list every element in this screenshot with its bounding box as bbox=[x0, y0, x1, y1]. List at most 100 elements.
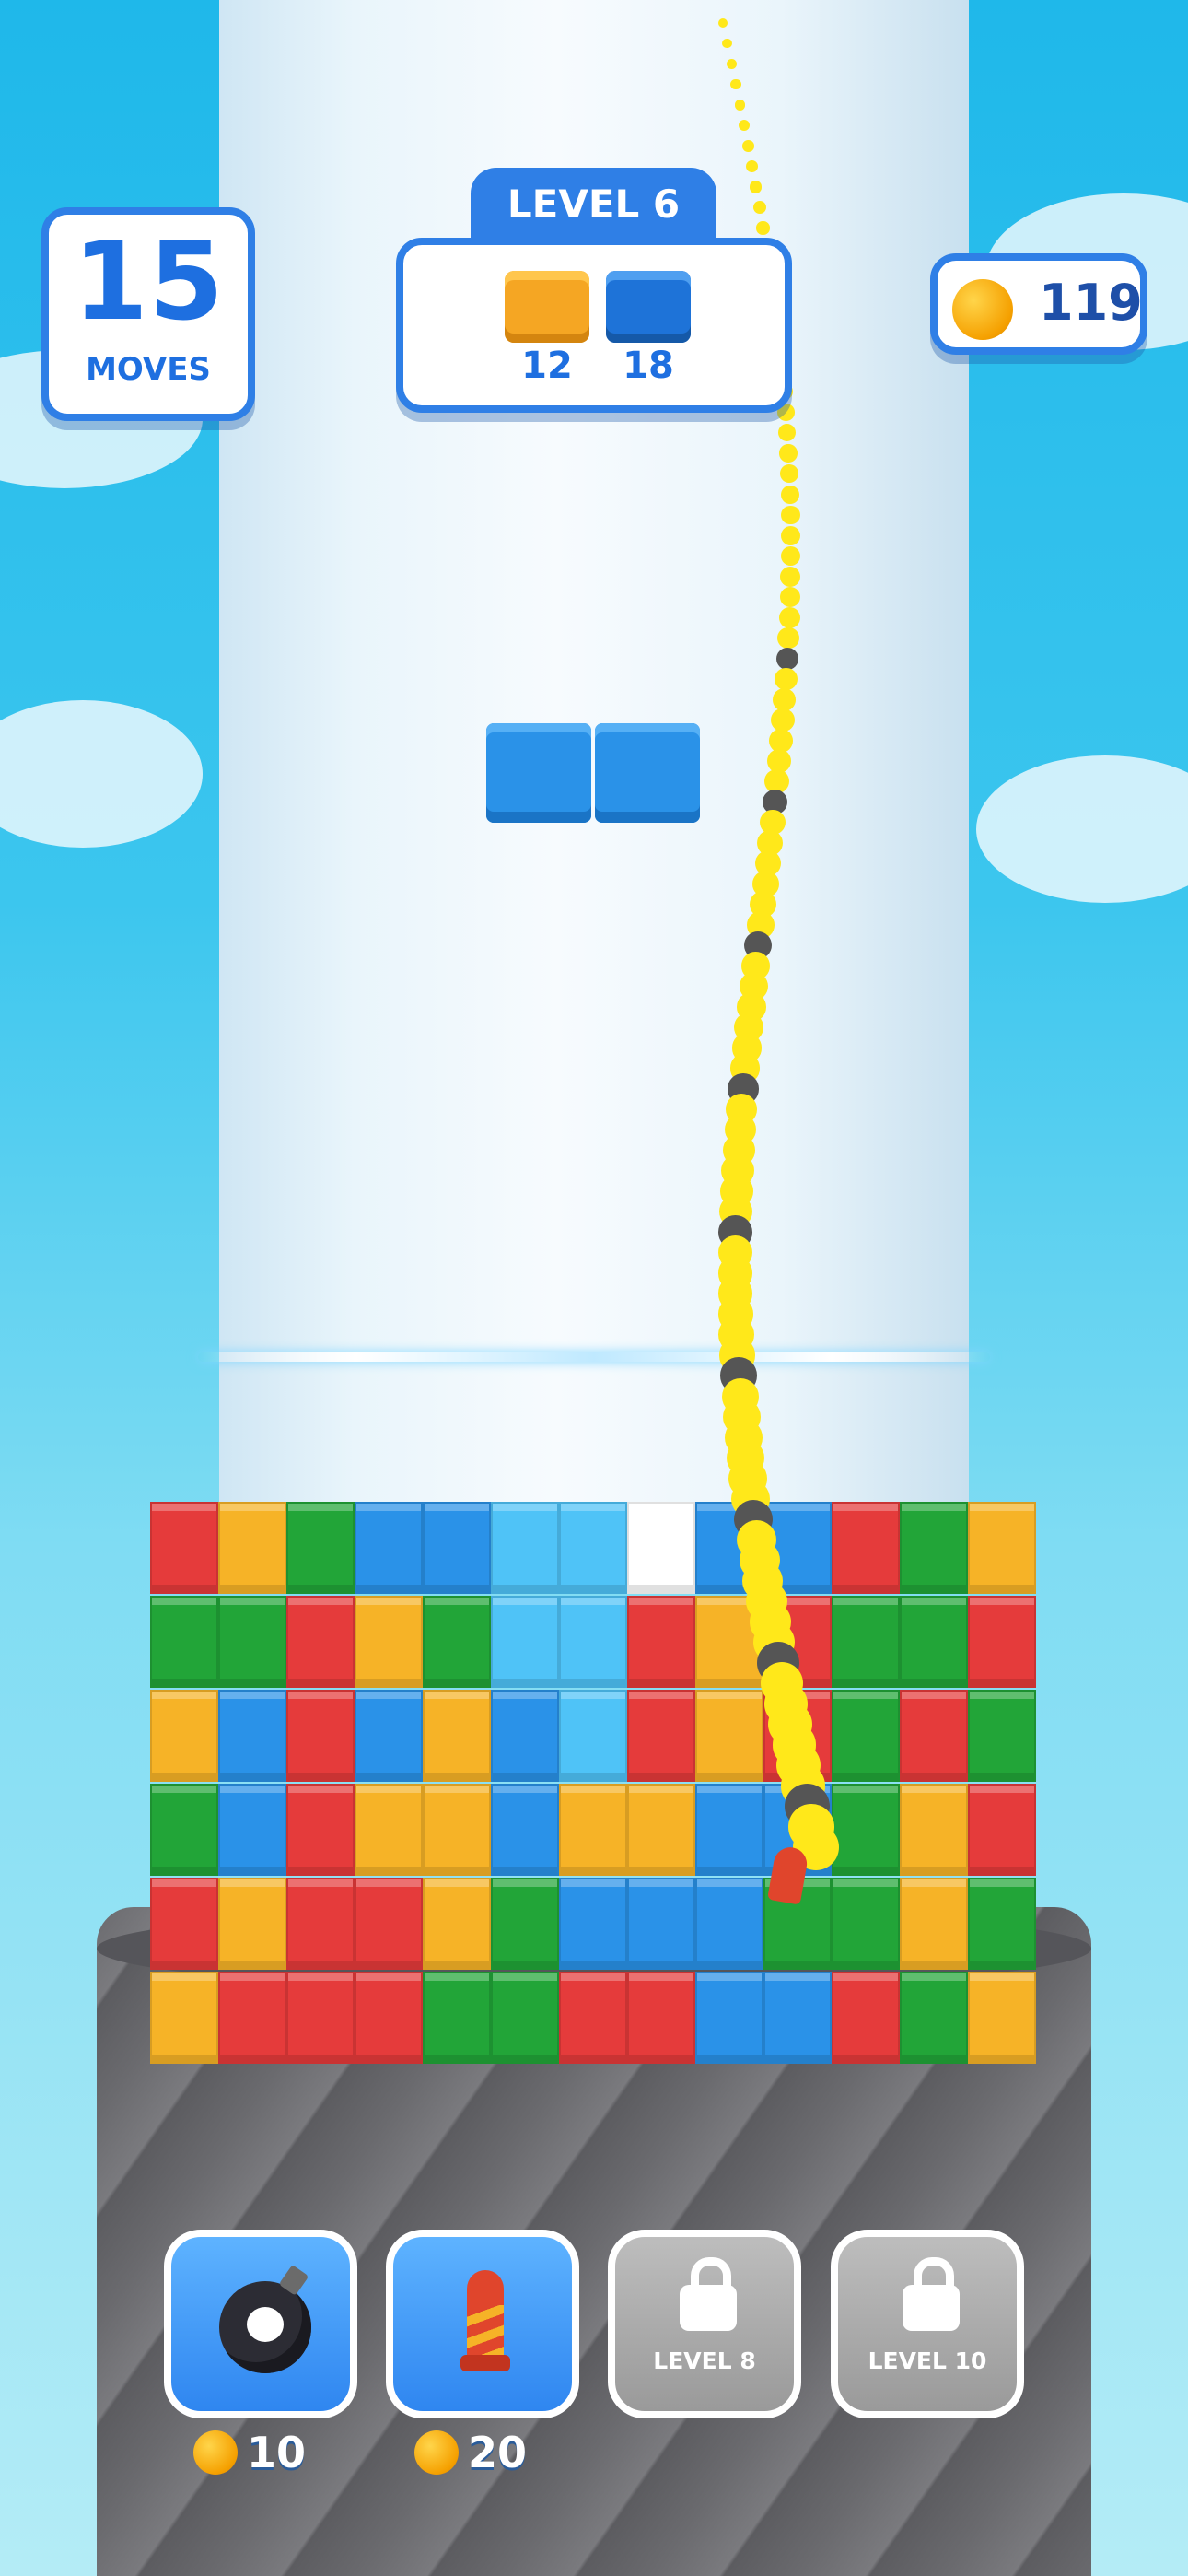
trail-particle bbox=[741, 140, 754, 152]
level-title: LEVEL 6 bbox=[471, 168, 716, 241]
unlock-level-label: LEVEL 10 bbox=[868, 2348, 987, 2374]
moves-count: 15 bbox=[72, 217, 225, 345]
locked-booster-button[interactable]: LEVEL 8 bbox=[608, 2230, 801, 2418]
cube-blue bbox=[355, 1690, 423, 1782]
falling-cube bbox=[486, 723, 591, 823]
cube-green bbox=[968, 1878, 1036, 1970]
cube-yellow bbox=[218, 1502, 286, 1594]
cube-green bbox=[423, 1972, 491, 2064]
cube-blue bbox=[627, 1878, 695, 1970]
cube-row bbox=[150, 1878, 1036, 1970]
trail-particle bbox=[781, 525, 801, 545]
cube-red bbox=[627, 1596, 695, 1688]
cube-green bbox=[491, 1972, 559, 2064]
cube-blue bbox=[695, 1878, 763, 1970]
trail-particle bbox=[780, 566, 801, 587]
cube-red bbox=[627, 1972, 695, 2064]
trail-particle bbox=[778, 606, 800, 628]
cube-red bbox=[286, 1784, 355, 1876]
falling-block[interactable] bbox=[486, 723, 700, 823]
cube-blue bbox=[695, 1784, 763, 1876]
cube-red bbox=[968, 1784, 1036, 1876]
cube-green bbox=[286, 1502, 355, 1594]
moves-panel: 15 MOVES bbox=[41, 207, 255, 421]
cube-row bbox=[150, 1596, 1036, 1688]
coin-count: 119 bbox=[1039, 274, 1143, 332]
cube-green bbox=[968, 1690, 1036, 1782]
cube-blue bbox=[695, 1972, 763, 2064]
coin-panel: 119 bbox=[930, 253, 1147, 355]
cube-yellow bbox=[559, 1784, 627, 1876]
rocket-booster-button[interactable] bbox=[386, 2230, 579, 2418]
falling-cube bbox=[595, 723, 700, 823]
cube-yellow bbox=[355, 1596, 423, 1688]
cube-yellow bbox=[150, 1972, 218, 2064]
trail-particle bbox=[752, 201, 766, 215]
trail-particle bbox=[777, 626, 799, 650]
coin-icon bbox=[952, 279, 1013, 340]
cube-red bbox=[218, 1972, 286, 2064]
cube-light_blue bbox=[491, 1596, 559, 1688]
cube-green bbox=[423, 1596, 491, 1688]
cube-row bbox=[150, 1972, 1036, 2064]
cube-red bbox=[286, 1596, 355, 1688]
trail-particle bbox=[775, 647, 798, 670]
cube-green bbox=[150, 1784, 218, 1876]
cube-blue bbox=[763, 1972, 832, 2064]
cube-blue bbox=[559, 1878, 627, 1970]
cube-light_blue bbox=[559, 1502, 627, 1594]
cube-red bbox=[832, 1502, 900, 1594]
cube-blue bbox=[491, 1784, 559, 1876]
cloud bbox=[0, 700, 203, 848]
lock-icon bbox=[680, 2257, 737, 2331]
cube-yellow bbox=[423, 1690, 491, 1782]
cube-blue bbox=[423, 1502, 491, 1594]
trail-particle bbox=[730, 79, 741, 90]
cube-red bbox=[150, 1878, 218, 1970]
bomb-price-value: 10 bbox=[247, 2428, 307, 2477]
trail-particle bbox=[781, 505, 800, 525]
cube-red bbox=[900, 1690, 968, 1782]
cube-yellow bbox=[218, 1878, 286, 1970]
cube-green bbox=[900, 1502, 968, 1594]
cube-red bbox=[627, 1690, 695, 1782]
cube-red bbox=[559, 1972, 627, 2064]
cube-blue bbox=[491, 1690, 559, 1782]
cube-ring[interactable] bbox=[150, 1502, 1036, 2068]
cube-red bbox=[150, 1502, 218, 1594]
trail-particle bbox=[726, 59, 737, 69]
cube-yellow bbox=[968, 1502, 1036, 1594]
cube-blue bbox=[355, 1502, 423, 1594]
unlock-level-label: LEVEL 8 bbox=[653, 2348, 756, 2374]
lock-icon bbox=[903, 2257, 960, 2331]
trail-particle bbox=[756, 221, 770, 235]
cube-yellow bbox=[423, 1878, 491, 1970]
cube-green bbox=[832, 1690, 900, 1782]
trail-particle bbox=[779, 586, 801, 608]
trail-particle bbox=[780, 485, 800, 504]
cube-yellow bbox=[355, 1784, 423, 1876]
bomb-booster-button[interactable] bbox=[164, 2230, 357, 2418]
trail-particle bbox=[779, 444, 798, 463]
rocket-icon bbox=[460, 2270, 510, 2381]
bomb-price: 10 bbox=[193, 2425, 306, 2480]
cube-green bbox=[491, 1878, 559, 1970]
coin-icon bbox=[414, 2430, 459, 2475]
cube-white bbox=[627, 1502, 695, 1594]
goal-count-yellow: 12 bbox=[521, 345, 573, 387]
cube-yellow bbox=[968, 1972, 1036, 2064]
goal-count-blue: 18 bbox=[623, 345, 674, 387]
cube-light_blue bbox=[491, 1502, 559, 1594]
cloud bbox=[976, 755, 1188, 903]
cube-green bbox=[832, 1878, 900, 1970]
cube-blue bbox=[218, 1784, 286, 1876]
trail-particle bbox=[775, 667, 798, 691]
cube-row bbox=[150, 1784, 1036, 1876]
goals-panel: 12 18 bbox=[396, 238, 792, 413]
cube-blue bbox=[218, 1690, 286, 1782]
goal-cube-blue bbox=[606, 271, 691, 343]
locked-booster-button[interactable]: LEVEL 10 bbox=[831, 2230, 1024, 2418]
coin-icon bbox=[193, 2430, 238, 2475]
trail-particle bbox=[749, 181, 763, 193]
moves-label: MOVES bbox=[86, 351, 211, 388]
